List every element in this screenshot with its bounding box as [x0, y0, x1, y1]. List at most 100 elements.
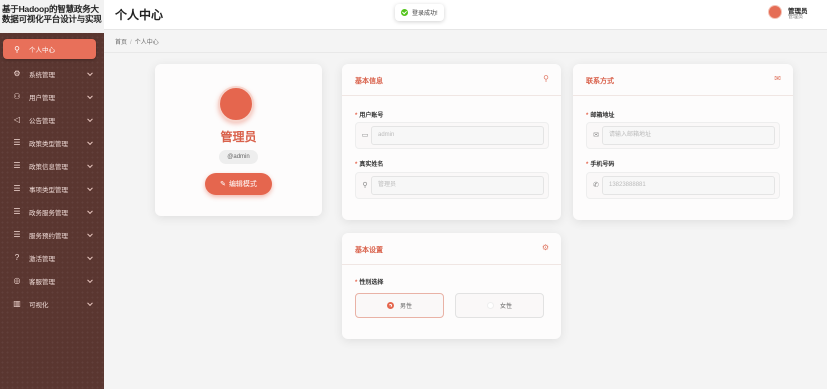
chevron-down-icon	[87, 138, 93, 145]
users-icon: ⚇	[13, 92, 21, 101]
profile-name: 管理员	[220, 130, 257, 144]
email-label: * 邮箱地址	[586, 113, 615, 119]
list-icon: ☰	[13, 207, 21, 216]
list-icon: ☰	[13, 230, 21, 239]
realname-label: * 真实姓名	[355, 162, 384, 168]
breadcrumb: 首页 / 个人中心	[115, 37, 159, 46]
user-icon: ⚲	[14, 44, 20, 54]
basic-info-card: 基本信息 ⚲ * 用户账号 ▭ admin * 真实姓名 ⚲ 管理员	[342, 64, 561, 220]
gear-icon: ⚙	[541, 243, 549, 252]
account-label: * 用户账号	[355, 113, 384, 119]
header-user-role: 管理员	[788, 14, 804, 20]
toast-text: 登录成功!	[412, 11, 438, 17]
sidebar-item-label: 公告管理	[29, 117, 55, 125]
chevron-down-icon	[87, 69, 93, 76]
id-card-icon: ▭	[361, 132, 369, 139]
gender-male-option[interactable]: 男性	[355, 293, 444, 318]
card-title: 基本信息	[355, 78, 383, 85]
sidebar-item-label: 客服管理	[29, 278, 55, 286]
edit-mode-label: 编辑模式	[228, 181, 257, 188]
sidebar-item-5[interactable]: ☰ 政策信息管理	[3, 154, 96, 177]
breadcrumb-home[interactable]: 首页	[115, 40, 127, 46]
chevron-down-icon	[87, 161, 93, 168]
account-field: ▭ admin	[355, 122, 549, 149]
account-input[interactable]: admin	[371, 126, 544, 145]
edit-mode-button[interactable]: ✎ 编辑模式	[205, 173, 272, 195]
gender-label: * 性别选择	[355, 280, 384, 286]
pencil-icon: ✎	[220, 181, 226, 188]
card-header: 基本信息 ⚲	[342, 64, 561, 96]
sidebar-item-3[interactable]: ◁ 公告管理	[3, 108, 96, 131]
page-title: 个人中心	[115, 8, 164, 22]
person-icon: ⚲	[362, 182, 368, 189]
sidebar-item-label: 激活管理	[29, 255, 55, 263]
sidebar-item-label: 可视化	[29, 301, 49, 309]
gender-female-label: 女性	[499, 304, 512, 310]
settings-card: 基本设置 ⚙ * 性别选择 男性 女性	[342, 233, 561, 339]
phone-input[interactable]: 13823888881	[602, 176, 775, 195]
list-icon: ☰	[13, 161, 21, 170]
phone-field: ✆ 13823888881	[586, 172, 780, 199]
sidebar-item-8[interactable]: ☰ 服务预约管理	[3, 223, 96, 246]
email-input[interactable]: 请输入邮箱地址	[602, 126, 775, 145]
radio-icon	[386, 302, 394, 309]
chevron-down-icon	[87, 276, 93, 283]
gear-icon: ⚙	[13, 69, 21, 78]
card-title: 基本设置	[355, 247, 383, 254]
breadcrumb-separator: /	[130, 40, 132, 46]
chevron-down-icon	[87, 115, 93, 122]
realname-field: ⚲ 管理员	[355, 172, 549, 199]
sidebar-item-4[interactable]: ☰ 政策类型管理	[3, 131, 96, 154]
gender-female-option[interactable]: 女性	[455, 293, 544, 318]
sidebar-item-label: 政策信息管理	[29, 163, 68, 171]
chart-icon: ▥	[13, 299, 21, 308]
card-header: 基本设置 ⚙	[342, 233, 561, 265]
chevron-down-icon	[87, 92, 93, 99]
top-header: 个人中心 登录成功! 管理员 管理员	[104, 0, 827, 30]
sidebar-item-label: 政务服务管理	[29, 209, 68, 217]
sidebar-item-2[interactable]: ⚇ 用户管理	[3, 85, 96, 108]
profile-avatar	[218, 86, 254, 122]
sidebar-item-label: 系统管理	[29, 71, 55, 79]
gender-male-label: 男性	[399, 304, 412, 310]
divider	[104, 52, 827, 53]
sidebar-item-6[interactable]: ☰ 事项类型管理	[3, 177, 96, 200]
sidebar-item-label: 政策类型管理	[29, 140, 68, 148]
sidebar-item-11[interactable]: ▥ 可视化	[3, 292, 96, 315]
chevron-down-icon	[87, 230, 93, 237]
sidebar-item-0[interactable]: ⚲ 个人中心	[3, 39, 96, 59]
sidebar-item-7[interactable]: ☰ 政务服务管理	[3, 200, 96, 223]
profile-card: 管理员 @admin ✎ 编辑模式	[155, 64, 322, 216]
phone-icon: ✆	[593, 182, 599, 189]
sidebar-menu: ⚲ 个人中心 ⚙ 系统管理 ⚇ 用户管理 ◁ 公告管理 ☰ 政策类型管理 ☰ 政策信息管理 ☰ 事项类型管…	[0, 33, 104, 315]
phone-label: * 手机号码	[586, 162, 615, 168]
contact-card: 联系方式 ✉ * 邮箱地址 ✉ 请输入邮箱地址 * 手机号码 ✆ 138238888…	[573, 64, 793, 220]
list-icon: ☰	[13, 138, 21, 147]
chevron-down-icon	[87, 207, 93, 214]
realname-input[interactable]: 管理员	[371, 176, 544, 195]
card-header: 联系方式 ✉	[573, 64, 793, 96]
megaphone-icon: ◁	[13, 115, 21, 124]
mail-icon: ✉	[593, 132, 599, 139]
sidebar-item-label: 用户管理	[29, 94, 55, 102]
list-icon: ☰	[13, 184, 21, 193]
chevron-down-icon	[87, 299, 93, 306]
radio-icon	[486, 302, 494, 309]
user-icon: ⚲	[543, 74, 549, 83]
sidebar-item-10[interactable]: ◎ 客服管理	[3, 269, 96, 292]
sidebar-item-9[interactable]: ? 激活管理	[3, 246, 96, 269]
question-icon: ?	[14, 253, 20, 262]
breadcrumb-current: 个人中心	[134, 40, 159, 46]
avatar[interactable]	[768, 5, 782, 19]
chevron-down-icon	[87, 253, 93, 260]
sidebar-item-1[interactable]: ⚙ 系统管理	[3, 62, 96, 85]
sidebar-item-label: 服务预约管理	[29, 232, 68, 240]
sidebar-item-label: 事项类型管理	[29, 186, 68, 194]
sidebar: 基于Hadoop的智慧政务大数据可视化平台设计与实现 ⚲ 个人中心 ⚙ 系统管理 ⚇ 用户…	[0, 0, 104, 389]
app-title: 基于Hadoop的智慧政务大数据可视化平台设计与实现	[0, 0, 104, 33]
email-field: ✉ 请输入邮箱地址	[586, 122, 780, 149]
chat-icon: ◎	[13, 276, 21, 285]
chevron-down-icon	[87, 184, 93, 191]
profile-handle: @admin	[219, 150, 258, 164]
sidebar-item-label: 个人中心	[29, 47, 55, 54]
